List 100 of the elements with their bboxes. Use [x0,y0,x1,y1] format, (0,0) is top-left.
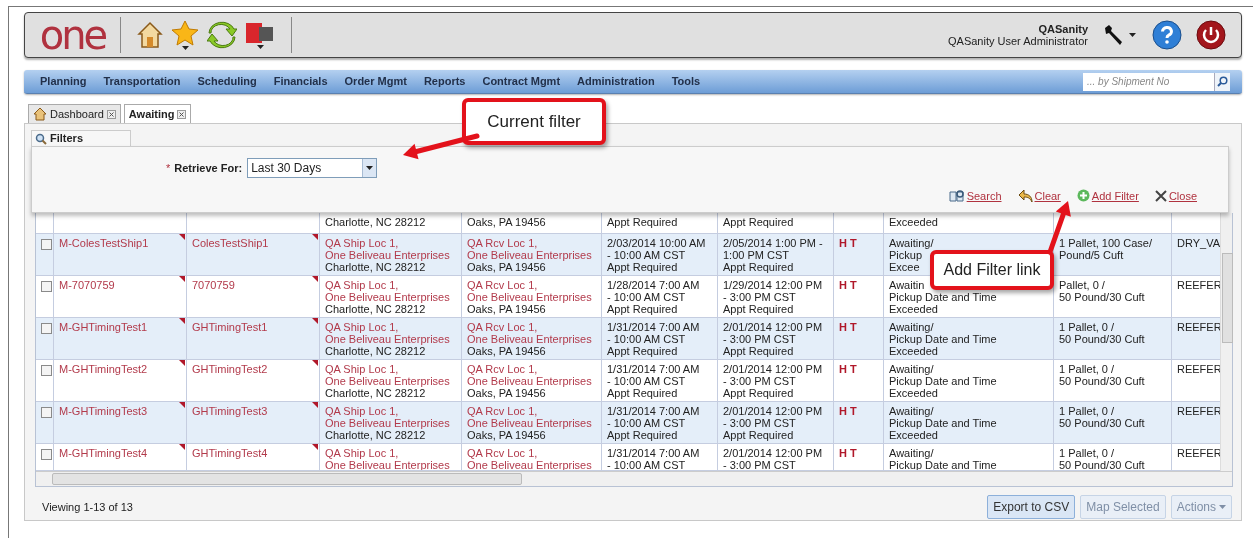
status-text: Pickup Date and Time [889,291,997,303]
delivery-time-text: Appt Required [723,303,794,315]
row-checkbox[interactable] [41,449,52,460]
row-checkbox[interactable] [41,239,52,250]
user-role: QASanity User Administrator [948,35,1088,47]
delivery-time-text: - 3:00 PM CST [723,417,796,429]
destination-name: One Beliveau Enterprises [467,417,592,429]
menu-item[interactable]: Transportation [103,73,181,90]
pickup-time-text: Appt Required [607,216,678,228]
delivery-time-text: 2/05/2014 1:00 PM - [723,237,823,249]
destination-name: QA Rcv Loc 1, [467,279,538,291]
destination-city: Oaks, PA 19456 [467,216,546,228]
menu-item[interactable]: Order Mgmt [344,73,407,90]
filter-action-link[interactable]: Add Filter [1091,187,1139,204]
logo[interactable]: one [39,17,106,53]
reference-link[interactable]: GHTimingTest4 [192,447,268,459]
reference-link[interactable]: GHTimingTest3 [192,405,268,417]
menu-item[interactable]: Contract Mgmt [482,73,561,90]
menu-item[interactable]: Scheduling [197,73,257,90]
menu-item[interactable]: Administration [577,73,655,90]
origin-name: QA Ship Loc 1, [325,321,399,333]
star-icon[interactable] [171,20,199,50]
shipment-link[interactable]: M-ColesTestShip1 [59,237,149,249]
filter-action-link[interactable]: Clear [1034,187,1061,204]
close-icon [1154,189,1167,202]
destination-name: QA Rcv Loc 1, [467,405,538,417]
refresh-icon[interactable] [207,21,237,49]
retrieve-for-label: Retrieve For: [174,160,243,176]
footer-button[interactable]: Export to CSV [987,495,1076,519]
house-icon[interactable] [137,21,163,49]
reference-link[interactable]: GHTimingTest2 [192,363,268,375]
menu-item[interactable]: Tools [671,73,701,90]
tab[interactable]: Awaiting [123,104,192,123]
filter-action-link[interactable]: Close [1168,187,1197,204]
horizontal-scrollbar[interactable] [36,471,1232,486]
corner-marker-icon [179,444,185,450]
status-text: Awaiting/ [889,405,934,417]
shipment-link[interactable]: M-GHTimingTest2 [59,363,148,375]
reference-link[interactable]: 7070759 [192,279,235,291]
vertical-scrollbar[interactable] [1220,213,1232,471]
destination-name: QA Rcv Loc 1, [467,321,538,333]
origin-name: One Beliveau Enterprises [325,333,450,345]
menu-item[interactable]: Financials [273,73,328,90]
filters-title: Filters [50,131,83,147]
search-field[interactable]: ... by Shipment No [1083,72,1214,91]
status-text: Exceeded [889,303,938,315]
quantity-text: 50 Pound/30 Cuft [1059,417,1145,429]
delivery-time-text: - 3:00 PM CST [723,375,796,387]
tab[interactable]: Dashboard [28,104,121,123]
status-text: Awaitin [889,279,925,291]
destination-city: Oaks, PA 19456 [467,429,546,441]
close-icon[interactable] [177,109,187,119]
status-text: Awaiting/ [889,447,934,459]
flags-text: H T [839,237,857,249]
row-checkbox[interactable] [41,365,52,376]
status-text: Awaiting/ [889,363,934,375]
shipment-link[interactable]: M-7070759 [59,279,115,291]
destination-name: QA Rcv Loc 1, [467,363,538,375]
row-checkbox[interactable] [41,323,52,334]
pickup-time-text: - 10:00 AM CST [607,375,686,387]
user-name: QASanity [1038,23,1088,35]
close-icon[interactable] [106,109,116,119]
shipment-link[interactable]: M-GHTimingTest3 [59,405,148,417]
search-icon [35,132,47,145]
house-icon [33,107,47,121]
search-button[interactable] [1214,72,1230,91]
quantity-text: Pound/5 Cuft [1059,249,1124,261]
search-icon [1217,76,1228,87]
dropdown-caret-icon [256,45,264,49]
menu-item[interactable]: Reports [423,73,466,90]
pickup-time-text: 1/31/2014 7:00 AM [607,363,700,375]
delivery-time-text: Appt Required [723,345,794,357]
reference-link[interactable]: ColesTestShip1 [192,237,269,249]
quantity-text: 1 Pallet, 0 / [1059,363,1115,375]
status-text: Excee [889,261,920,273]
power-icon[interactable] [1196,20,1226,50]
filter-action-link[interactable]: Search [966,187,1002,204]
quantity-text: Pallet, 0 / [1059,279,1105,291]
pickup-time-text: 1/31/2014 7:00 AM [607,405,700,417]
help-icon[interactable] [1152,20,1182,50]
origin-city: Charlotte, NC 28212 [325,345,426,357]
retrieve-for-select[interactable]: Last 30 Days [247,158,378,178]
caret-icon [366,166,374,170]
pickup-time-text: Appt Required [607,303,678,315]
status-text: Pickup Date and Time [889,333,997,345]
corner-marker-icon [179,402,185,408]
pickup-time-text: - 10:00 AM CST [607,417,686,429]
origin-city: Charlotte, NC 28212 [325,216,426,228]
shipment-link[interactable]: M-GHTimingTest1 [59,321,148,333]
pickup-time-text: Appt Required [607,429,678,441]
row-checkbox[interactable] [41,281,52,292]
corner-marker-icon [179,360,185,366]
callout: Add Filter link [930,250,1054,290]
corner-marker-icon [179,234,185,240]
row-checkbox[interactable] [41,407,52,418]
menu-item[interactable]: Planning [40,73,87,90]
shipment-link[interactable]: M-GHTimingTest4 [59,447,148,459]
reference-link[interactable]: GHTimingTest1 [192,321,268,333]
delivery-time-text: 2/01/2014 12:00 PM [723,363,823,375]
corner-marker-icon [312,276,318,282]
